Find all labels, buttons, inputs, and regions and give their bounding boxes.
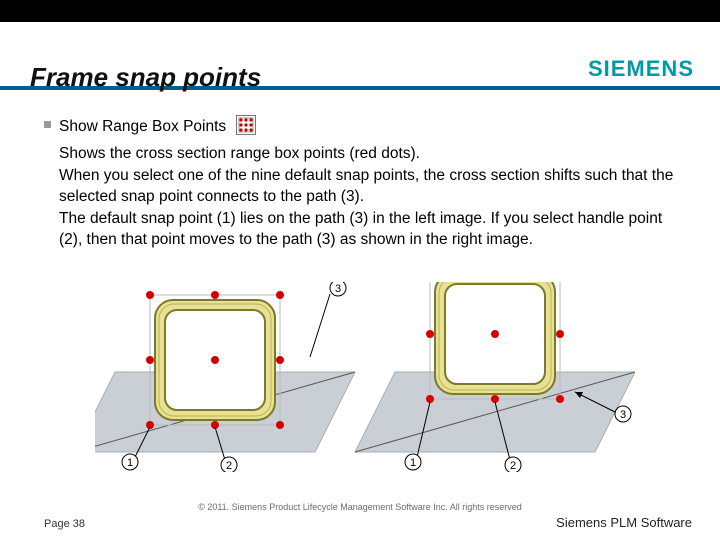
bullet-heading: Show Range Box Points [59,115,256,142]
page-number: Page 38 [44,518,85,530]
range-box-icon [236,115,256,142]
figure-pair: 3 1 2 [95,282,635,472]
figure-area: 3 1 2 [95,282,635,472]
header: Frame snap points SIEMENS [0,22,720,90]
paragraph-1: Shows the cross section range box points… [59,144,680,165]
slide-page: Frame snap points SIEMENS Show Range Box… [0,0,720,540]
footer: © 2011. Siemens Product Lifecycle Manage… [0,496,720,540]
label-1-left: 1 [127,457,133,469]
label-2-right: 2 [510,460,516,472]
siemens-logo: SIEMENS [588,56,694,82]
figure-left: 3 1 2 [95,282,355,472]
page-title: Frame snap points [30,62,261,93]
bullet-item: Show Range Box Points [44,115,680,142]
paragraph-3: The default snap point (1) lies on the p… [59,209,680,250]
copyright-text: © 2011. Siemens Product Lifecycle Manage… [0,502,720,512]
bullet-heading-text: Show Range Box Points [59,118,226,135]
label-3-right: 3 [620,409,626,421]
label-2-left: 2 [226,460,232,472]
bullet-square-icon [44,121,51,128]
footer-brand: Siemens PLM Software [556,515,692,530]
label-1-right: 1 [410,457,416,469]
figure-right: 3 1 2 [355,282,635,472]
top-black-bar [0,0,720,22]
label-3-left: 3 [335,283,341,295]
figure-svg: 3 1 2 [95,282,635,472]
paragraph-2: When you select one of the nine default … [59,166,680,207]
content-block: Show Range Box Points [44,115,680,251]
